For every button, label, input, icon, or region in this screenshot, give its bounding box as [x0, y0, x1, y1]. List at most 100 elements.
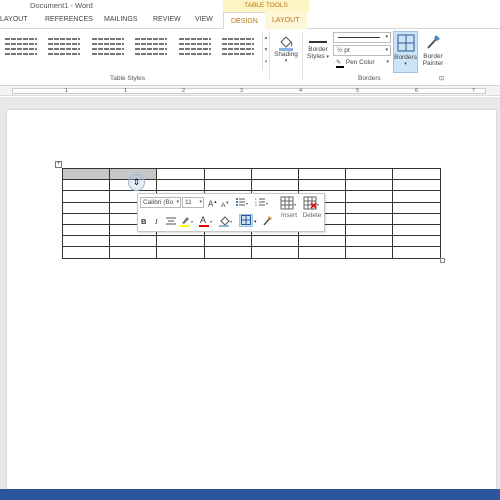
- title-bar: Document1 - Word TABLE TOOLS: [0, 0, 500, 12]
- border-styles-button[interactable]: Border Styles ▾: [305, 32, 331, 74]
- tab-table-layout[interactable]: LAYOUT: [265, 12, 307, 29]
- table-cell[interactable]: [345, 167, 394, 181]
- table-resize-handle[interactable]: [440, 258, 445, 263]
- table-cell[interactable]: [61, 212, 111, 225]
- font-name-box[interactable]: Calibri (Bo ▾: [140, 197, 181, 208]
- table-cell[interactable]: [392, 201, 441, 214]
- bold-button[interactable]: B: [141, 217, 146, 227]
- border-styles-icon: [305, 32, 331, 46]
- table-cell[interactable]: [392, 235, 441, 248]
- tab-review[interactable]: REVIEW: [153, 16, 181, 23]
- table-cell[interactable]: [250, 246, 299, 259]
- table-cell[interactable]: [203, 246, 252, 259]
- table-cell[interactable]: [392, 179, 441, 192]
- table-cell[interactable]: [203, 167, 252, 181]
- table-style-thumbnail[interactable]: [220, 36, 256, 58]
- table-move-handle-icon[interactable]: +: [55, 161, 62, 168]
- table-cell[interactable]: [345, 212, 394, 225]
- svg-text:▾: ▾: [191, 219, 193, 224]
- borders-button[interactable]: Borders ▾: [393, 31, 418, 73]
- numbering-button[interactable]: 1 2 3 ▾: [255, 197, 269, 210]
- tab-view[interactable]: VIEW: [195, 16, 213, 23]
- table-cell[interactable]: [61, 167, 111, 181]
- bullets-button[interactable]: ▾: [235, 197, 249, 210]
- table-cell[interactable]: [297, 167, 347, 181]
- table-cell[interactable]: [61, 201, 111, 214]
- table-cell[interactable]: [61, 235, 111, 248]
- table-cell[interactable]: [109, 235, 158, 248]
- pen-style-dropdown[interactable]: ▾: [333, 32, 391, 43]
- table-cell[interactable]: [345, 190, 394, 203]
- table-cell[interactable]: [250, 179, 299, 192]
- table-cell[interactable]: [250, 167, 299, 181]
- delete-button[interactable]: ▾ Delete: [301, 196, 323, 230]
- tab-design[interactable]: DESIGN: [223, 12, 266, 29]
- font-color-button[interactable]: A ▾: [199, 215, 215, 230]
- table-cell[interactable]: [203, 179, 252, 192]
- borders-group-label: Borders: [358, 75, 381, 82]
- table-row[interactable]: [61, 246, 441, 259]
- tab-references[interactable]: REFERENCES: [45, 16, 93, 23]
- grow-font-button[interactable]: A▲: [208, 197, 217, 210]
- table-cell[interactable]: [250, 235, 299, 248]
- table-cell[interactable]: [61, 223, 111, 237]
- shrink-font-button[interactable]: A▼: [221, 198, 229, 211]
- insert-button[interactable]: ▾ Insert: [278, 196, 300, 230]
- table-row[interactable]: [61, 167, 441, 181]
- table-style-thumbnail[interactable]: [46, 36, 82, 58]
- table-cell[interactable]: [156, 167, 205, 181]
- table-cell[interactable]: [61, 179, 111, 192]
- borders-mini-button[interactable]: [239, 214, 253, 227]
- font-color-icon: A ▾: [199, 215, 212, 227]
- styles-gallery-scroll[interactable]: ▲ ▼ ▾: [262, 32, 269, 70]
- table-cell[interactable]: [297, 179, 347, 192]
- horizontal-ruler[interactable]: 1 1 2 3 4 5 6 7: [0, 86, 500, 96]
- table-style-thumbnail[interactable]: [177, 36, 213, 58]
- table-cell[interactable]: [156, 235, 205, 248]
- table-style-thumbnail[interactable]: [133, 36, 169, 58]
- borders-mini-dropdown[interactable]: ▾: [254, 217, 257, 227]
- table-cell[interactable]: [345, 235, 394, 248]
- dialog-launcher-icon[interactable]: ⊡: [439, 75, 444, 82]
- italic-button[interactable]: I: [155, 217, 158, 227]
- tab-mailings[interactable]: MAILINGS: [104, 16, 137, 23]
- border-painter-mini-button[interactable]: [262, 215, 272, 229]
- table-tools-label: TABLE TOOLS: [223, 0, 309, 12]
- svg-text:▾: ▾: [294, 202, 296, 207]
- table-cell[interactable]: [203, 235, 252, 248]
- table-cell[interactable]: [345, 223, 394, 237]
- highlight-color-button[interactable]: ▾: [180, 215, 196, 230]
- delete-label: Delete: [302, 212, 322, 219]
- table-cell[interactable]: [392, 246, 441, 259]
- shading-mini-button[interactable]: ▾: [219, 215, 235, 230]
- svg-text:▾: ▾: [317, 202, 319, 207]
- table-cell[interactable]: [156, 179, 205, 192]
- table-cell[interactable]: [392, 167, 441, 181]
- border-painter-button[interactable]: Border Painter: [419, 31, 447, 73]
- table-cell[interactable]: [345, 179, 394, 192]
- shading-button[interactable]: Shading ▾: [271, 31, 301, 81]
- table-cell[interactable]: [392, 223, 441, 237]
- tab-page-layout[interactable]: LAYOUT: [0, 16, 28, 23]
- table-row[interactable]: [61, 235, 441, 248]
- table-cell[interactable]: [345, 201, 394, 214]
- table-cell[interactable]: [61, 190, 111, 203]
- table-cell[interactable]: [156, 246, 205, 259]
- document-page[interactable]: [7, 110, 496, 489]
- center-align-button[interactable]: [166, 217, 176, 228]
- table-cell[interactable]: [345, 246, 394, 259]
- table-style-thumbnail[interactable]: [3, 36, 39, 58]
- pen-weight-dropdown[interactable]: ½ pt ▾: [333, 45, 391, 56]
- table-cell[interactable]: [297, 246, 347, 259]
- table-row[interactable]: [61, 179, 441, 192]
- table-style-thumbnail[interactable]: [90, 36, 126, 58]
- table-cell[interactable]: [392, 190, 441, 203]
- table-cell[interactable]: [109, 246, 158, 259]
- table-cell[interactable]: [392, 212, 441, 225]
- border-styles-label-1: Border: [308, 46, 328, 53]
- table-cell[interactable]: [61, 246, 111, 259]
- font-size-box[interactable]: 11 ▾: [182, 197, 204, 208]
- ruler-mark: 7: [472, 88, 476, 94]
- table-cell[interactable]: [297, 235, 347, 248]
- pen-color-button[interactable]: ✎ Pen Color ▾: [333, 58, 391, 69]
